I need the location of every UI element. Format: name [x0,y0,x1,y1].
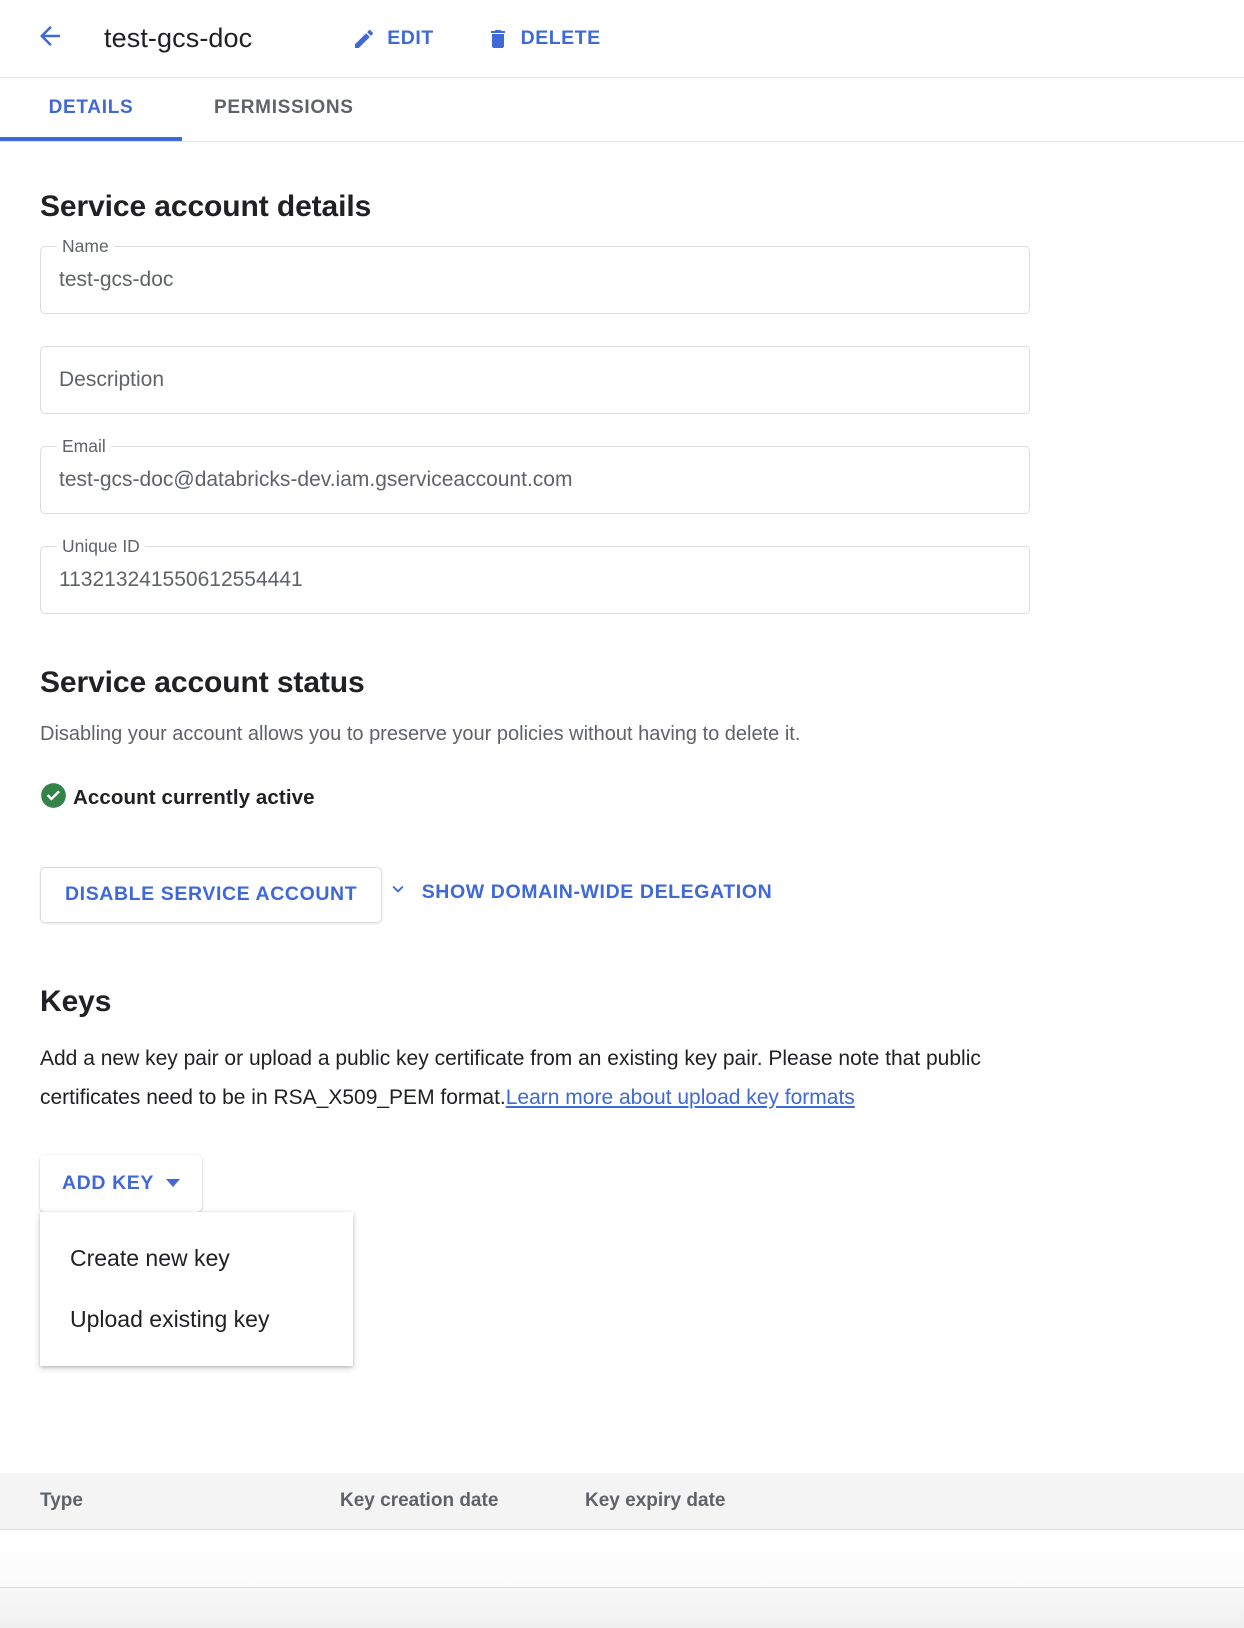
description-field-placeholder: Description [59,368,165,391]
email-field-label: Email [57,436,111,457]
tab-permissions-label: PERMISSIONS [214,96,354,118]
name-field-label: Name [57,236,114,257]
keys-heading: Keys [40,984,112,1018]
main-content: Service account details Name test-gcs-do… [0,190,1244,1366]
app-bar: test-gcs-doc EDIT DELETE [0,0,1244,78]
edit-button[interactable]: EDIT [352,27,433,51]
service-account-details-heading: Service account details [40,190,372,223]
keys-description: Add a new key pair or upload a public ke… [40,1039,1000,1117]
delete-button-label: DELETE [520,27,601,49]
delete-button[interactable]: DELETE [486,27,601,51]
check-circle-icon [40,782,67,814]
unique-id-field[interactable]: Unique ID 113213241550612554441 [40,536,1030,614]
email-field[interactable]: Email test-gcs-doc@databricks-dev.iam.gs… [40,436,1030,514]
unique-id-field-value: 113213241550612554441 [59,568,303,591]
learn-more-link[interactable]: Learn more about upload key formats [506,1086,855,1109]
add-key-menu: Create new key Upload existing key [40,1211,353,1366]
menu-item-upload-existing-key[interactable]: Upload existing key [40,1289,353,1350]
disable-service-account-button[interactable]: DISABLE SERVICE ACCOUNT [40,866,383,923]
column-header-type: Type [40,1490,83,1511]
show-domain-wide-delegation-toggle[interactable]: SHOW DOMAIN-WIDE DELEGATION [387,878,773,906]
tab-details-label: DETAILS [48,96,134,118]
arrow-back-icon [35,21,65,56]
column-header-key-expiry-date: Key expiry date [585,1490,726,1511]
email-field-value: test-gcs-doc@databricks-dev.iam.gservice… [59,468,573,491]
column-header-key-creation-date: Key creation date [340,1490,499,1511]
keys-table-header: Type Key creation date Key expiry date [0,1473,1244,1530]
add-key-button[interactable]: ADD KEY [40,1154,202,1212]
chevron-down-icon [387,878,409,906]
keys-table: Type Key creation date Key expiry date [0,1473,1244,1628]
page-title: test-gcs-doc [104,23,253,53]
name-field[interactable]: Name test-gcs-doc [40,236,1030,314]
menu-item-create-new-key[interactable]: Create new key [40,1228,353,1289]
add-key-button-label: ADD KEY [62,1171,154,1194]
back-button[interactable] [28,17,72,61]
app-bar-actions: EDIT DELETE [352,27,600,51]
description-field[interactable]: Description [40,346,1030,414]
add-key-area: ADD KEY Create new key Upload existing k… [40,1154,1030,1366]
caret-down-icon [165,1179,180,1187]
table-footer-row [0,1588,1244,1628]
tab-bar: DETAILS PERMISSIONS [0,78,1244,142]
edit-button-label: EDIT [387,27,434,49]
status-badge: Account currently active [40,782,1204,814]
trash-icon [486,27,510,51]
status-label: Account currently active [73,786,315,809]
tab-permissions[interactable]: PERMISSIONS [182,78,386,141]
unique-id-field-label: Unique ID [57,536,145,557]
status-helper-text: Disabling your account allows you to pre… [40,723,801,745]
show-domain-wide-delegation-label: SHOW DOMAIN-WIDE DELEGATION [421,880,773,903]
pencil-icon [352,27,376,51]
service-account-status-heading: Service account status [40,666,365,699]
name-field-value: test-gcs-doc [59,268,174,291]
tab-details[interactable]: DETAILS [0,78,182,141]
table-row[interactable] [0,1530,1244,1588]
